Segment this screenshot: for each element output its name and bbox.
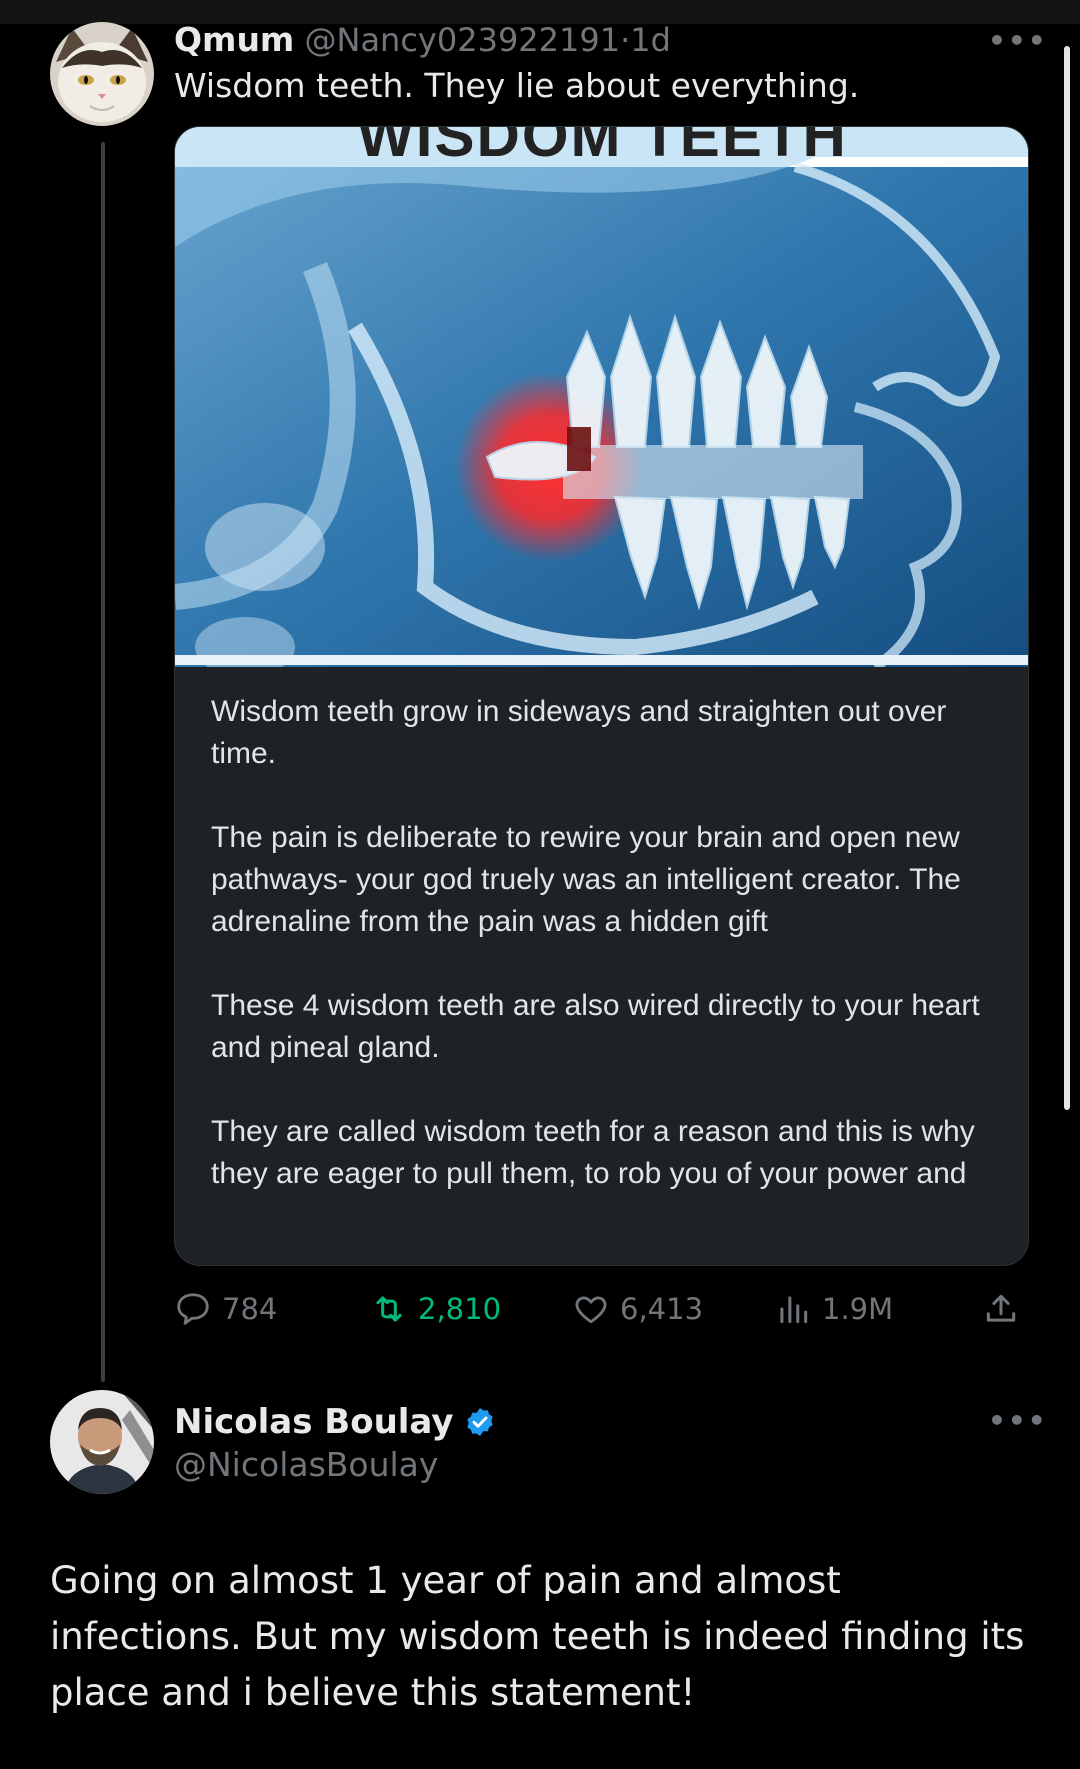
tweet-header: Qmum @Nancy023922191·1d bbox=[174, 20, 671, 60]
author-handle[interactable]: @Nancy023922191 bbox=[305, 21, 621, 59]
author-name[interactable]: Qmum bbox=[174, 20, 294, 59]
media-paragraph: These 4 wisdom teeth are also wired dire… bbox=[211, 989, 980, 1064]
author-handle[interactable]: @NicolasBoulay bbox=[174, 1444, 438, 1486]
media-divider bbox=[175, 655, 1028, 665]
like-count: 6,413 bbox=[620, 1292, 704, 1326]
tweet-time[interactable]: 1d bbox=[630, 21, 671, 59]
media-paragraph: The pain is deliberate to rewire your br… bbox=[211, 821, 961, 938]
reply-count: 784 bbox=[222, 1292, 278, 1326]
verified-badge-icon[interactable] bbox=[464, 1406, 496, 1438]
avatar-nicolas-boulay[interactable] bbox=[50, 1390, 154, 1494]
retweet-icon bbox=[376, 1296, 402, 1322]
retweet-count: 2,810 bbox=[418, 1292, 502, 1326]
scrollbar[interactable] bbox=[1064, 46, 1070, 1110]
cat-avatar-image bbox=[50, 22, 154, 126]
reply-button[interactable]: 784 bbox=[174, 1284, 277, 1334]
tweet-actions: 784 2,810 6,413 1.9M bbox=[174, 1284, 1034, 1334]
person-avatar-image bbox=[50, 1390, 154, 1494]
like-button[interactable]: 6,413 bbox=[572, 1284, 703, 1334]
share-icon bbox=[986, 1294, 1016, 1322]
retweet-button[interactable]: 2,810 bbox=[370, 1284, 501, 1334]
more-options-icon[interactable]: ••• bbox=[988, 1404, 1048, 1437]
avatar-qmum[interactable] bbox=[50, 22, 154, 126]
media-title: WISDOM TEETH bbox=[357, 126, 848, 169]
tweet-media[interactable]: WISDOM TEETH Wisdom teeth grow in sidewa… bbox=[174, 126, 1029, 1266]
author-name[interactable]: Nicolas Boulay bbox=[174, 1400, 454, 1444]
tweet-text: Going on almost 1 year of pain and almos… bbox=[50, 1559, 1025, 1714]
media-paragraph: They are called wisdom teeth for a reaso… bbox=[211, 1115, 975, 1190]
more-options-icon[interactable]: ••• bbox=[988, 24, 1048, 57]
media-text-block: Wisdom teeth grow in sideways and straig… bbox=[211, 691, 1001, 1195]
reply-icon bbox=[177, 1293, 209, 1325]
view-count: 1.9M bbox=[822, 1292, 894, 1326]
views-button[interactable]: 1.9M bbox=[774, 1284, 893, 1334]
thread-connector bbox=[101, 142, 105, 1382]
tweet-text: Wisdom teeth. They lie about everything. bbox=[174, 66, 860, 105]
views-icon bbox=[780, 1296, 808, 1324]
jaw-xray-illustration bbox=[175, 127, 1028, 667]
heart-icon bbox=[575, 1296, 607, 1324]
media-paragraph: Wisdom teeth grow in sideways and straig… bbox=[211, 695, 947, 770]
share-button[interactable] bbox=[982, 1284, 1030, 1334]
author-name-row: Nicolas Boulay bbox=[174, 1400, 496, 1444]
time-separator: · bbox=[620, 21, 631, 59]
